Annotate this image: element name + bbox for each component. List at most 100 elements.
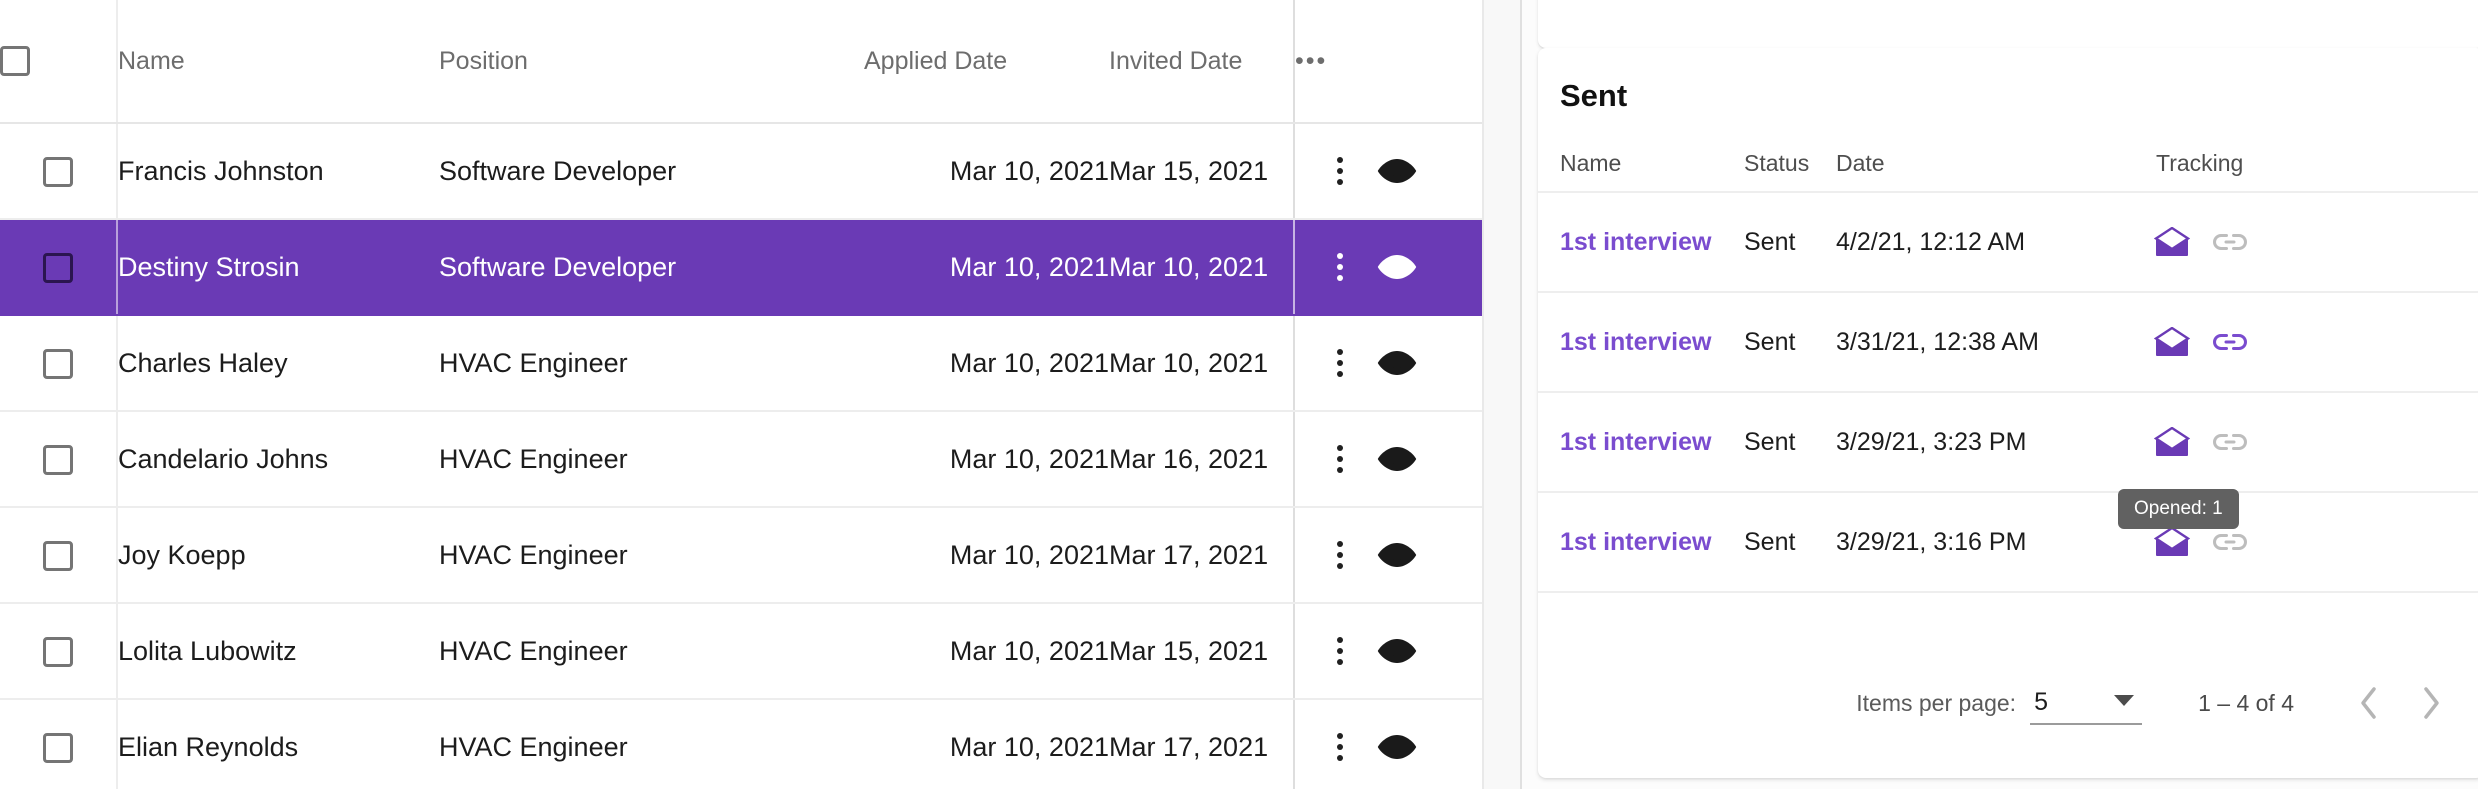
cell-applied-date: Mar 10, 2021	[864, 411, 1109, 507]
sent-template-link[interactable]: 1st interview	[1560, 228, 1711, 256]
cell-name: Francis Johnston	[117, 123, 439, 219]
table-row[interactable]: Charles HaleyHVAC EngineerMar 10, 2021Ma…	[0, 315, 1482, 411]
sent-table-row: 1st interviewSent3/31/21, 12:38 AM	[1538, 292, 2478, 392]
more-vertical-icon[interactable]	[1329, 541, 1351, 569]
sent-cell-status: Sent	[1744, 292, 1836, 392]
mail-opened-icon[interactable]	[2154, 327, 2190, 357]
select-all-header	[0, 0, 117, 123]
cell-applied-date: Mar 10, 2021	[864, 603, 1109, 699]
cell-name: Joy Koepp	[117, 507, 439, 603]
cell-applied-date: Mar 10, 2021	[864, 123, 1109, 219]
cell-invited-date: Mar 10, 2021	[1109, 315, 1294, 411]
cell-invited-date: Mar 15, 2021	[1109, 603, 1294, 699]
candidates-table-body: Francis JohnstonSoftware DeveloperMar 10…	[0, 123, 1482, 789]
cell-name: Destiny Strosin	[117, 219, 439, 315]
eye-icon[interactable]	[1377, 638, 1417, 664]
more-vertical-icon[interactable]	[1329, 637, 1351, 665]
cell-position: HVAC Engineer	[439, 699, 864, 789]
more-vertical-icon[interactable]	[1329, 445, 1351, 473]
cell-position: HVAC Engineer	[439, 411, 864, 507]
select-all-checkbox[interactable]	[0, 46, 30, 76]
eye-icon[interactable]	[1377, 734, 1417, 760]
more-vertical-icon[interactable]	[1329, 253, 1351, 281]
row-checkbox[interactable]	[43, 157, 73, 187]
cell-invited-date: Mar 15, 2021	[1109, 123, 1294, 219]
chevron-right-icon[interactable]	[2418, 683, 2444, 723]
row-action-group	[1295, 445, 1482, 473]
cell-applied-date: Mar 10, 2021	[864, 699, 1109, 789]
sent-cell-tracking	[2136, 292, 2478, 392]
table-row[interactable]: Francis JohnstonSoftware DeveloperMar 10…	[0, 123, 1482, 219]
cell-applied-date: Mar 10, 2021	[864, 315, 1109, 411]
table-row[interactable]: Joy KoeppHVAC EngineerMar 10, 2021Mar 17…	[0, 507, 1482, 603]
column-header-invited-date[interactable]: Invited Date	[1109, 0, 1294, 123]
eye-icon[interactable]	[1377, 542, 1417, 568]
details-card-above	[1538, 0, 2478, 48]
sent-table-row: 1st interview Sent3/29/21, 3:23 PM	[1538, 392, 2478, 492]
more-vertical-icon[interactable]	[1329, 733, 1351, 761]
sent-cell-date: 4/2/21, 12:12 AM	[1836, 192, 2136, 292]
mail-opened-icon[interactable]: Opened: 1	[2154, 527, 2190, 557]
chevron-left-icon[interactable]	[2356, 683, 2382, 723]
row-select-cell	[0, 219, 117, 315]
eye-icon[interactable]	[1377, 446, 1417, 472]
row-checkbox[interactable]	[43, 637, 73, 667]
details-panel: Sent Name Status Date Tracking 1st inter…	[1522, 0, 2478, 789]
link-clicked-icon[interactable]	[2212, 331, 2248, 353]
column-options-ellipsis-icon[interactable]: •••	[1294, 0, 1482, 123]
eye-icon[interactable]	[1377, 158, 1417, 184]
row-action-group	[1295, 157, 1482, 185]
cell-position: HVAC Engineer	[439, 507, 864, 603]
row-checkbox[interactable]	[43, 733, 73, 763]
tracking-icons	[2136, 427, 2478, 457]
sent-template-link[interactable]: 1st interview	[1560, 528, 1711, 556]
table-row[interactable]: Destiny StrosinSoftware DeveloperMar 10,…	[0, 219, 1482, 315]
cell-name: Candelario Johns	[117, 411, 439, 507]
sent-cell-date: 3/29/21, 3:23 PM	[1836, 392, 2136, 492]
column-header-applied-date[interactable]: Applied Date	[864, 0, 1109, 123]
more-vertical-icon[interactable]	[1329, 157, 1351, 185]
column-header-position[interactable]: Position	[439, 0, 864, 123]
sent-cell-status: Sent	[1744, 192, 1836, 292]
row-select-cell	[0, 411, 117, 507]
sent-card: Sent Name Status Date Tracking 1st inter…	[1538, 48, 2478, 778]
sent-cell-status: Sent	[1744, 392, 1836, 492]
link-clicked-icon[interactable]	[2212, 531, 2248, 553]
sent-cell-name: 1st interview	[1538, 292, 1744, 392]
sent-template-link[interactable]: 1st interview	[1560, 428, 1711, 456]
mail-opened-icon[interactable]	[2154, 427, 2190, 457]
cell-invited-date: Mar 10, 2021	[1109, 219, 1294, 315]
cell-row-actions	[1294, 219, 1482, 315]
eye-icon[interactable]	[1377, 254, 1417, 280]
more-vertical-icon[interactable]	[1329, 349, 1351, 377]
page-range-label: 1 – 4 of 4	[2198, 690, 2294, 717]
row-action-group	[1295, 733, 1482, 761]
mail-opened-icon[interactable]	[2154, 227, 2190, 257]
table-row[interactable]: Lolita LubowitzHVAC EngineerMar 10, 2021…	[0, 603, 1482, 699]
row-action-group	[1295, 541, 1482, 569]
link-clicked-icon[interactable]	[2212, 231, 2248, 253]
row-checkbox[interactable]	[43, 445, 73, 475]
row-checkbox[interactable]	[43, 253, 73, 283]
row-select-cell	[0, 123, 117, 219]
sent-table-row: 1st interviewSent3/29/21, 3:16 PMOpened:…	[1538, 492, 2478, 592]
row-checkbox[interactable]	[43, 541, 73, 571]
items-per-page-label: Items per page:	[1856, 690, 2016, 717]
row-checkbox[interactable]	[43, 349, 73, 379]
eye-icon[interactable]	[1377, 350, 1417, 376]
tracking-icons	[2136, 327, 2478, 357]
chevron-down-icon	[2114, 695, 2134, 706]
pane-scrollbar[interactable]	[1482, 0, 1522, 789]
sent-cell-name: 1st interview	[1538, 192, 1744, 292]
sent-template-link[interactable]: 1st interview	[1560, 328, 1711, 356]
table-row[interactable]: Elian ReynoldsHVAC EngineerMar 10, 2021M…	[0, 699, 1482, 789]
cell-row-actions	[1294, 123, 1482, 219]
cell-name: Elian Reynolds	[117, 699, 439, 789]
sent-cell-tracking	[2136, 392, 2478, 492]
link-clicked-icon[interactable]	[2212, 431, 2248, 453]
items-per-page-select[interactable]: 5	[2030, 681, 2142, 725]
table-row[interactable]: Candelario JohnsHVAC EngineerMar 10, 202…	[0, 411, 1482, 507]
sent-column-header-status: Status	[1744, 136, 1836, 192]
row-select-cell	[0, 603, 117, 699]
column-header-name[interactable]: Name	[117, 0, 439, 123]
